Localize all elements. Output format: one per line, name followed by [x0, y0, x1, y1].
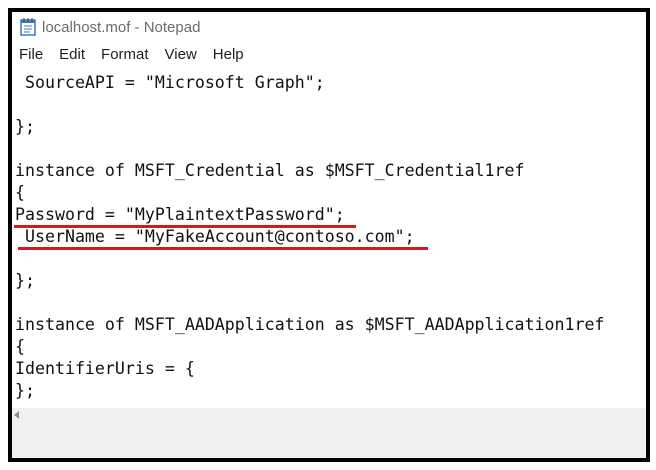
title-bar[interactable]: localhost.mof - Notepad	[12, 12, 646, 42]
editor-line: {	[15, 183, 25, 202]
horizontal-scrollbar[interactable]	[12, 408, 646, 422]
menu-file[interactable]: File	[19, 46, 43, 63]
menu-help[interactable]: Help	[213, 46, 244, 63]
menu-format[interactable]: Format	[101, 46, 149, 63]
editor-line: SourceAPI = "Microsoft Graph";	[15, 73, 325, 92]
editor-line: };	[15, 381, 35, 400]
editor-line: instance of MSFT_AADApplication as $MSFT…	[15, 315, 605, 334]
editor-line: IdentifierUris = {	[15, 359, 195, 378]
menu-edit[interactable]: Edit	[59, 46, 85, 63]
window-title: localhost.mof - Notepad	[42, 18, 201, 36]
status-bar	[12, 422, 646, 458]
text-editor-area[interactable]: SourceAPI = "Microsoft Graph"; }; instan…	[12, 70, 646, 408]
menu-bar: File Edit Format View Help	[12, 42, 646, 66]
username-line: UserName = "MyFakeAccount@contoso.com";	[15, 227, 415, 246]
notepad-icon	[20, 18, 36, 36]
password-underline	[14, 225, 356, 228]
password-line: Password = "MyPlaintextPassword";	[15, 205, 345, 224]
editor-line: instance of MSFT_Credential as $MSFT_Cre…	[15, 161, 525, 180]
username-underline	[18, 247, 428, 250]
menu-view[interactable]: View	[165, 46, 197, 63]
scroll-left-arrow-icon[interactable]	[14, 411, 19, 419]
notepad-window: localhost.mof - Notepad File Edit Format…	[8, 8, 650, 462]
editor-line: {	[15, 337, 25, 356]
editor-line: };	[15, 117, 35, 136]
editor-line: };	[15, 271, 35, 290]
